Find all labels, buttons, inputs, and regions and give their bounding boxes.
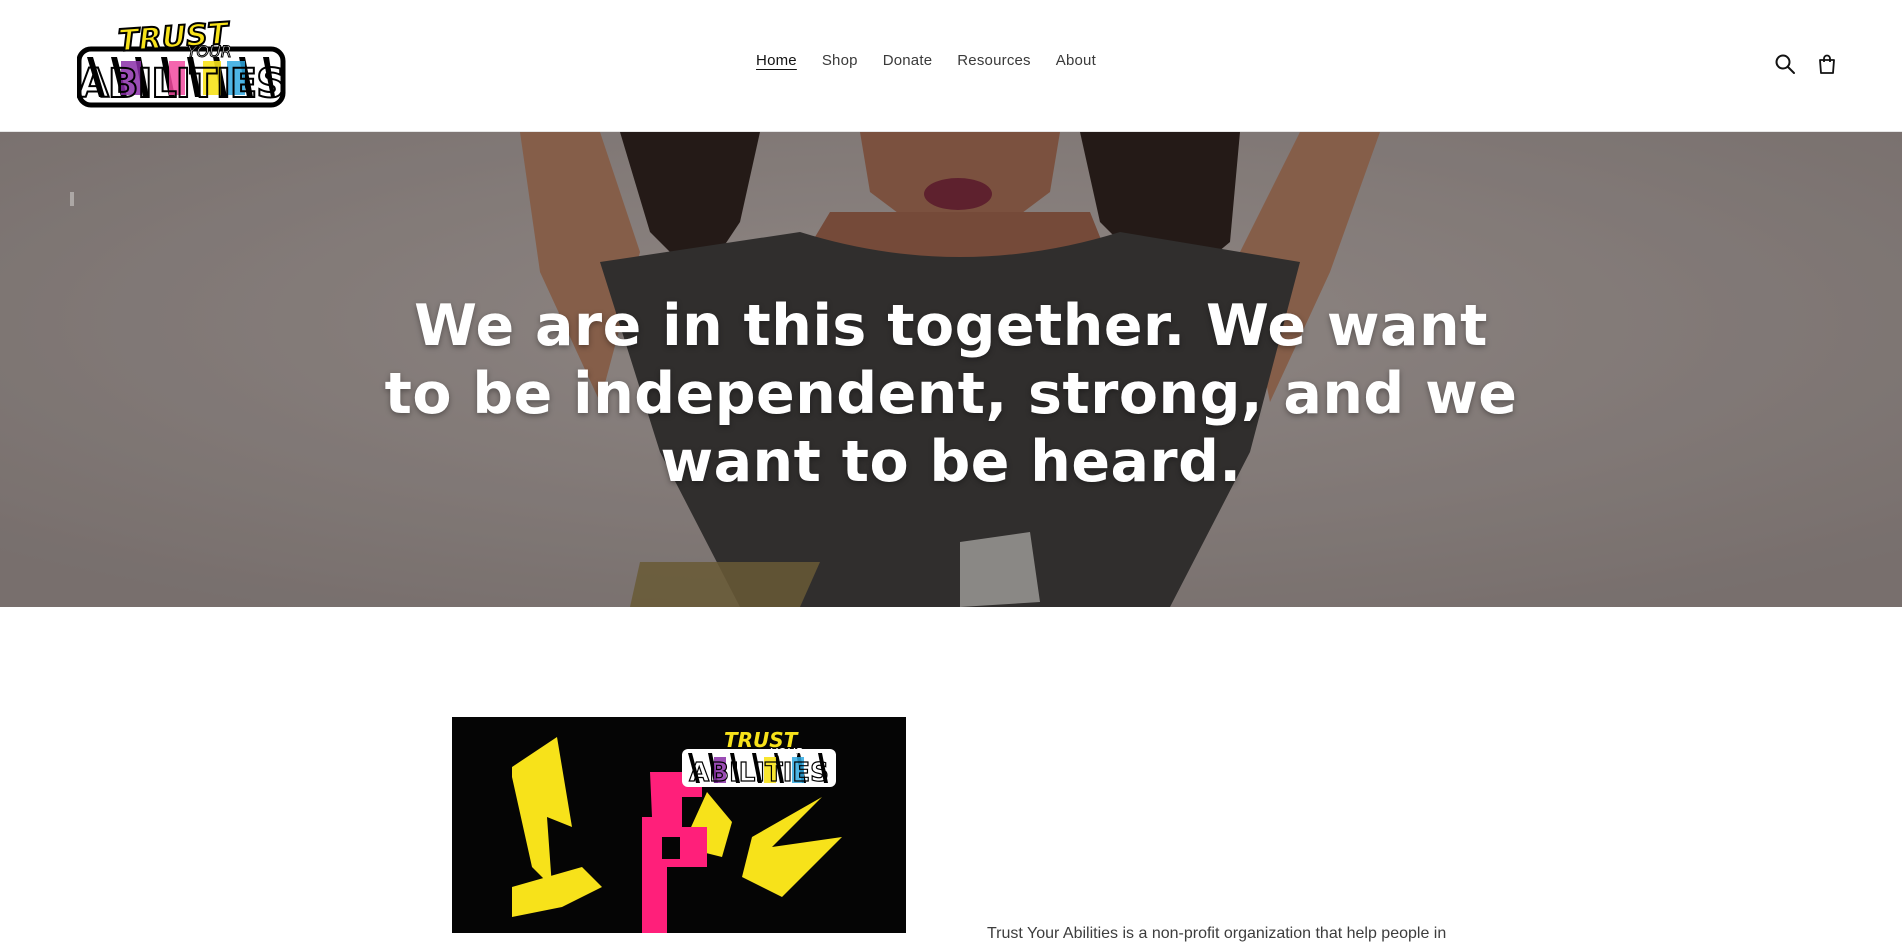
search-icon[interactable] bbox=[1774, 53, 1798, 77]
cart-icon[interactable] bbox=[1816, 53, 1840, 77]
site-logo[interactable]: ABILITIES TRUST YOUR bbox=[77, 17, 287, 109]
nav-item-donate[interactable]: Donate bbox=[883, 52, 933, 69]
intro-description: Trust Your Abilities is a non-profit org… bbox=[987, 925, 1447, 942]
poster-logo-bottom: ABILITIES bbox=[689, 758, 829, 788]
nav-item-home[interactable]: Home bbox=[756, 52, 797, 69]
logo-mid-text: YOUR bbox=[187, 42, 232, 61]
intro-poster-image: TRUST YOUR ABILITIES bbox=[452, 717, 906, 933]
logo-graphic: ABILITIES TRUST YOUR bbox=[77, 17, 286, 108]
nav-item-shop[interactable]: Shop bbox=[822, 52, 858, 69]
logo-bottom-text: ABILITIES bbox=[78, 61, 284, 107]
header-actions bbox=[1774, 53, 1840, 77]
hero-heading: We are in this together. We want to be i… bbox=[384, 293, 1518, 496]
nav-item-about[interactable]: About bbox=[1056, 52, 1096, 69]
nav-item-resources[interactable]: Resources bbox=[957, 52, 1031, 69]
site-header: ABILITIES TRUST YOUR Home Shop Donate Resou… bbox=[0, 0, 1902, 132]
hero-banner: We are in this together. We want to be i… bbox=[0, 132, 1902, 607]
